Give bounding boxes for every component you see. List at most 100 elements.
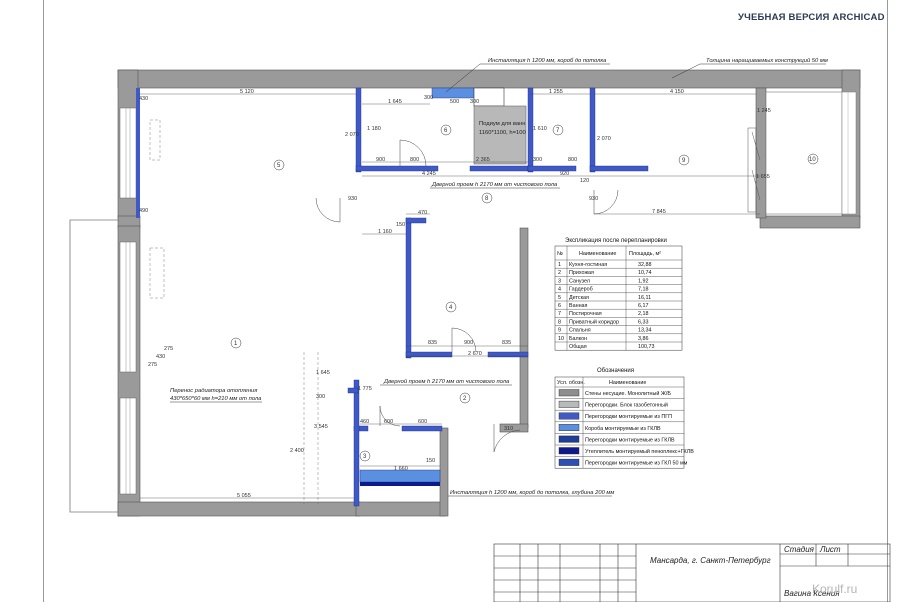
window-left-3 [119,397,137,495]
watermark: Korulf.ru [812,582,858,596]
partition-corridor-v [405,217,412,359]
explication-cell: 3,86 [638,336,649,342]
wall-hall-right [519,227,529,429]
explication-cell: 2 [558,270,561,276]
explication-cell: 5 [558,295,561,301]
explication-cell: Прихожая [569,270,594,276]
explication-header-1: Наименование [579,251,616,257]
explication-cell: 13,34 [638,328,652,334]
dim-1645b: 1 645 [316,370,330,376]
note-radiator: Перенос радиатора отопления [170,388,257,394]
note-door-upper: Дверной проем h 2170 мм от чистового пол… [431,181,558,188]
dim-5120: 5 120 [240,89,254,95]
dim-4245: 4 245 [422,171,436,177]
note-wall-thickness: Толщина наращиваемых конструкций 50 мм [706,57,828,64]
legend-label: Перегородки. Блок газобетонный [585,402,668,409]
window-left-1 [119,107,137,199]
explication-cell: 8 [558,319,561,325]
explication-cell: Гардероб [569,287,593,293]
explication-cell: Детская [569,295,589,301]
explication-cell: 9 [558,328,561,334]
explication-cell: 100,73 [638,344,655,350]
loggia-outline [69,219,118,513]
explication-cell: Спальня [569,328,591,334]
dimension-texts: 5 120 1 645 300 500 300 1 255 4 150 430 … [139,89,771,499]
explication-cell: Приватный коридор [569,318,619,325]
explication-cell: 3 [558,278,561,284]
dim-835a: 835 [428,340,437,346]
explication-cell: 6 [558,303,561,309]
partition-wc-left [353,379,360,507]
dim-430: 430 [139,96,148,102]
dim-3545: 3 545 [314,424,328,430]
left-windows [119,107,137,495]
dim-120: 120 [580,178,589,184]
dim-800b: 800 [568,157,577,163]
dim-310: 310 [504,426,513,432]
partition-wardrobe-bottom-r [487,351,529,358]
explication-header-2: Площадь, м² [629,251,661,257]
legend-swatch [558,458,580,466]
explication-header-0: № [557,251,563,257]
dim-1255: 1 255 [549,89,563,95]
dim-1245: 1 245 [757,108,771,114]
dim-1180: 1 180 [367,126,381,132]
legend-label: Перегородки монтируемые из ПГП [585,414,672,420]
explication-cell: 6,33 [638,319,649,325]
dim-930a: 930 [348,196,357,202]
dim-1160: 1 160 [378,229,392,235]
title-project: Мансарда, г. Санкт-Петербург [650,556,771,565]
dim-900a: 900 [376,157,385,163]
explication-cell: Ванная [569,303,588,309]
explication-cell: Постирочная [569,311,602,317]
legend-label: Стены несущие. Монолитный Ж/Б [585,390,671,397]
dim-150: 150 [396,222,405,228]
explication-cell: Общая [569,344,587,350]
dim-300d: 300 [316,394,325,400]
insulation-bottom [360,482,440,486]
legend-label: Перегородки монтируемые из ГКЛВ [585,437,675,443]
dim-300b: 300 [470,99,479,105]
dim-2365: 2 365 [476,157,490,163]
partition-wc-top-2 [401,425,443,432]
dim-460: 460 [360,419,369,425]
explication-cell: Кухня-гостиная [569,262,607,268]
podium-label: Подиум для ванн [479,121,525,127]
dim-300c: 300 [533,157,542,163]
podium-size: 1160*1100, h=100 [479,130,526,136]
dim-275b: 275 [164,346,173,352]
title-sheet: Лист [819,545,841,554]
dim-275: 275 [148,362,157,368]
explication-cell: 7 [558,311,561,317]
legend-swatch [558,412,580,420]
legend-label: Короба монтируемые из ГКЛВ [585,426,661,432]
legend-table: Усл. обозн. Наименование Стены несущие. Мо… [554,376,694,469]
dim-5055: 5 055 [237,493,251,499]
partition-bath-left [355,87,362,173]
dim-2400: 2 400 [290,448,304,454]
legend-label: Перегородки монтируемые из ГКЛ 50 мм [585,461,688,467]
dim-150b: 150 [426,458,435,464]
explication-cell: 10,74 [638,270,652,276]
partition-stub [347,387,359,394]
legend-swatch [558,424,580,431]
room-10: 10 [809,157,816,163]
dim-7845: 7 845 [652,209,666,215]
dim-930b: 930 [589,196,598,202]
partition-bath-bottom-2 [469,165,529,172]
explication-title: Экспликация после перепланировки [565,238,667,244]
radiator-old [149,247,165,299]
explication-cell: Санузел [569,278,590,284]
wall-mid-horizontal-right [759,215,861,229]
dim-600a: 600 [384,419,393,425]
dim-470: 470 [418,210,427,216]
legend-label: Утеплитель монтируемый пеноплекс+ГКЛВ [585,448,694,455]
dim-835b: 835 [502,340,511,346]
partition-left-top [136,88,140,218]
partition-wardrobe-bottom-l [405,351,453,358]
explication-cell: 7,18 [638,287,649,293]
note-install-bottom: Инсталляция h 1200 мм, короб до потолка,… [450,490,614,496]
wall-bottom-bath [355,501,447,517]
dim-300a: 300 [424,95,433,101]
legend-swatch [558,389,580,397]
